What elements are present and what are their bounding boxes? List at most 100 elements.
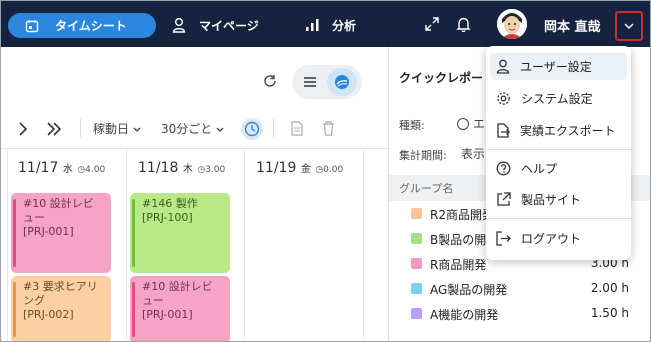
- color-swatch: [411, 258, 422, 269]
- menu-divider: [486, 218, 631, 219]
- grid-line: [244, 149, 245, 341]
- timesheet-event[interactable]: #146 製作 [PRJ-100]: [130, 193, 230, 273]
- menu-icon: [304, 77, 316, 87]
- group-hours: 2.00 h: [590, 281, 629, 295]
- menu-item-label: 製品サイト: [521, 193, 582, 207]
- day-hours: 4.00: [85, 165, 106, 175]
- day-hours: 3.00: [205, 165, 226, 175]
- analysis-tab[interactable]: 分析: [305, 14, 356, 36]
- menu-item-system-settings[interactable]: システム設定: [490, 85, 627, 112]
- report-type-value: エ: [472, 117, 485, 131]
- interval-label: 30分ごと: [161, 122, 213, 136]
- day-date: 11/19: [256, 160, 297, 176]
- timesheet-event[interactable]: #3 要求ヒアリング [PRJ-002]: [11, 276, 111, 341]
- day-weekday: 水: [62, 164, 73, 175]
- user-dropdown-menu: ユーザー設定 システム設定 実績エクスポート ヘルプ 製品サイト ログアウト: [486, 46, 631, 260]
- fullscreen-icon[interactable]: [424, 16, 440, 36]
- menu-divider: [486, 149, 631, 150]
- divider: [80, 119, 81, 137]
- list-view-button[interactable]: [297, 69, 323, 95]
- user-icon: [172, 18, 186, 33]
- move-day-dropdown[interactable]: 稼動日: [93, 120, 141, 137]
- timesheet-event[interactable]: #10 設計レビュー [PRJ-001]: [130, 276, 230, 341]
- day-weekday: 木: [182, 164, 193, 175]
- menu-item-help[interactable]: ヘルプ: [490, 155, 627, 182]
- analysis-tab-label: 分析: [332, 18, 357, 33]
- color-swatch: [411, 308, 422, 319]
- group-name: R2商品開発: [430, 208, 494, 222]
- clock-icon: [244, 121, 260, 137]
- color-swatch: [411, 208, 422, 219]
- menu-item-label: システム設定: [521, 92, 593, 106]
- group-name: R商品開発: [430, 258, 487, 272]
- report-type-select[interactable]: エ: [457, 115, 485, 132]
- day-header: 11/18 木 ◷3.00: [138, 160, 225, 176]
- chevron-down-icon: [133, 127, 141, 132]
- event-title: #10 設計レビュー: [23, 197, 94, 224]
- menu-item-label: ヘルプ: [521, 162, 558, 176]
- view-toggle: [292, 65, 362, 99]
- mypage-tab-label: マイページ: [199, 18, 259, 33]
- divider: [1, 148, 388, 149]
- timesheet-tab-label: タイムシート: [55, 19, 127, 33]
- mypage-tab[interactable]: マイページ: [172, 14, 259, 36]
- document-icon[interactable]: [291, 121, 303, 140]
- app-window: タイムシート マイページ 分析 岡本 直哉 稼動日 30分ごと 11/17 水 …: [0, 0, 651, 342]
- day-header: 11/17 水 ◷4.00: [18, 160, 105, 176]
- user-menu-toggle[interactable]: [615, 11, 643, 41]
- report-period-select[interactable]: 表示: [461, 145, 485, 162]
- logout-icon: [496, 231, 511, 246]
- clock-toggle-button[interactable]: [241, 118, 263, 140]
- clock-icon: ◷: [315, 165, 324, 175]
- help-icon: [496, 161, 511, 176]
- event-color-bar: [13, 199, 16, 267]
- pie-chart-icon: [457, 118, 469, 130]
- avatar[interactable]: [497, 9, 527, 39]
- report-row[interactable]: AG製品の開発 2.00 h: [389, 278, 650, 301]
- menu-item-export[interactable]: 実績エクスポート: [490, 117, 627, 144]
- user-name[interactable]: 岡本 直哉: [544, 16, 601, 35]
- grid-line: [126, 149, 127, 341]
- bell-icon[interactable]: [456, 16, 471, 36]
- refresh-icon[interactable]: [263, 73, 277, 92]
- chevron-down-icon: [216, 127, 224, 132]
- report-row[interactable]: A機能の開発 1.50 h: [389, 303, 650, 326]
- export-icon: [497, 123, 510, 138]
- color-swatch: [411, 233, 422, 244]
- timesheet-event[interactable]: #10 設計レビュー [PRJ-001]: [11, 193, 111, 273]
- menu-item-logout[interactable]: ログアウト: [490, 225, 627, 252]
- event-code: [PRJ-001]: [142, 308, 193, 321]
- timesheet-panel: 稼動日 30分ごと 11/17 水 ◷4.00 11/18 木 ◷3.00 11…: [1, 47, 388, 341]
- color-swatch: [411, 283, 422, 294]
- group-name: AG製品の開発: [430, 283, 508, 297]
- double-chevron-right-icon: [47, 122, 62, 136]
- day-date: 11/18: [138, 160, 179, 176]
- event-title: #146 製作: [142, 197, 198, 210]
- event-code: [PRJ-100]: [142, 211, 193, 224]
- event-code: [PRJ-002]: [23, 308, 74, 321]
- timesheet-tab[interactable]: タイムシート: [8, 13, 156, 38]
- calendar-icon: [25, 19, 39, 32]
- user-icon: [496, 59, 510, 74]
- trash-icon[interactable]: [322, 121, 335, 140]
- report-period-label: 集計期間:: [399, 149, 447, 162]
- next-day-button[interactable]: [18, 121, 28, 140]
- chart-view-button[interactable]: [327, 68, 357, 96]
- quick-report-title: クイックレポー: [399, 71, 484, 85]
- menu-item-user-settings[interactable]: ユーザー設定: [490, 53, 627, 80]
- divider: [273, 119, 274, 137]
- gear-icon: [497, 92, 510, 105]
- bar-chart-icon: [306, 19, 319, 31]
- event-color-bar: [132, 199, 135, 267]
- event-title: #3 要求ヒアリング: [23, 280, 98, 307]
- top-nav-bar: タイムシート マイページ 分析 岡本 直哉: [1, 1, 650, 47]
- chevron-right-icon: [19, 122, 28, 136]
- interval-dropdown[interactable]: 30分ごと: [161, 120, 224, 137]
- next-week-button[interactable]: [46, 121, 62, 140]
- menu-item-label: ログアウト: [521, 232, 582, 246]
- event-color-bar: [132, 282, 135, 337]
- grid-line: [7, 149, 8, 341]
- group-name: A機能の開発: [430, 308, 499, 322]
- event-title: #10 設計レビュー: [142, 280, 213, 307]
- menu-item-product-site[interactable]: 製品サイト: [490, 186, 627, 213]
